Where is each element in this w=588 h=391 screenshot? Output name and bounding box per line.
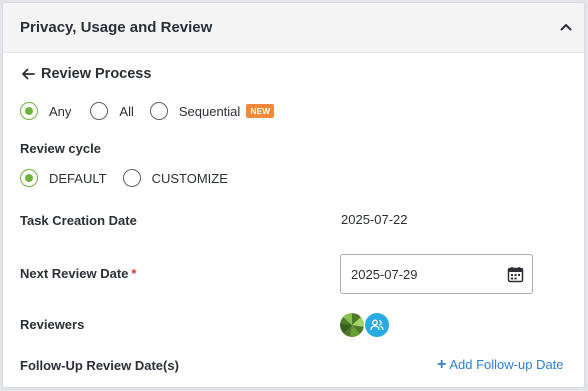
add-follow-up-date-button[interactable]: + Add Follow-up Date xyxy=(437,356,564,373)
chevron-up-icon[interactable] xyxy=(558,19,574,35)
task-creation-date-value: 2025-07-22 xyxy=(341,212,408,227)
radio-sequential-label: Sequential xyxy=(178,103,241,119)
calendar-icon[interactable] xyxy=(507,266,524,283)
radio-default-label: DEFAULT xyxy=(49,170,107,186)
panel-header[interactable]: Privacy, Usage and Review xyxy=(3,3,584,53)
radio-all[interactable]: All xyxy=(90,102,134,120)
review-process-header: Review Process xyxy=(20,66,151,82)
arrow-left-icon[interactable] xyxy=(20,66,36,82)
privacy-usage-review-panel: Privacy, Usage and Review Review Process… xyxy=(2,2,585,388)
radio-any-circle[interactable] xyxy=(20,102,38,120)
radio-customize-circle[interactable] xyxy=(122,169,141,187)
panel-title: Privacy, Usage and Review xyxy=(20,19,213,36)
reviewer-avatar[interactable] xyxy=(340,313,364,337)
review-process-title: Review Process xyxy=(41,66,152,82)
plus-icon: + xyxy=(437,356,447,373)
review-cycle-label: Review cycle xyxy=(20,141,101,156)
next-review-date-label-text: Next Review Date xyxy=(20,266,129,281)
radio-any-label: Any xyxy=(49,103,72,119)
radio-any[interactable]: Any xyxy=(20,102,71,120)
add-follow-up-date-label: Add Follow-up Date xyxy=(449,357,564,372)
radio-sequential[interactable]: Sequential NEW xyxy=(149,102,275,120)
group-user-icon xyxy=(370,319,384,331)
radio-sequential-circle[interactable] xyxy=(149,102,168,120)
next-review-date-value: 2025-07-29 xyxy=(351,267,418,282)
reviewers-label: Reviewers xyxy=(20,317,85,332)
follow-up-review-dates-label: Follow-Up Review Date(s) xyxy=(20,358,179,373)
new-badge: NEW xyxy=(246,104,275,118)
radio-all-label: All xyxy=(119,103,134,119)
radio-customize-label: CUSTOMIZE xyxy=(151,170,228,186)
radio-all-circle[interactable] xyxy=(90,102,109,120)
next-review-date-label: Next Review Date * xyxy=(20,266,136,281)
reviewer-avatar-image xyxy=(340,313,364,337)
reviewers-avatars xyxy=(340,313,389,337)
task-creation-date-label: Task Creation Date xyxy=(20,213,137,228)
radio-default-circle[interactable] xyxy=(20,169,38,187)
review-cycle-radio-group: DEFAULT CUSTOMIZE xyxy=(20,169,228,187)
radio-customize[interactable]: CUSTOMIZE xyxy=(122,169,228,187)
next-review-date-input[interactable]: 2025-07-29 xyxy=(340,254,533,294)
review-process-radio-group: Any All Sequential NEW xyxy=(20,102,275,120)
radio-default[interactable]: DEFAULT xyxy=(20,169,107,187)
reviewer-group-avatar[interactable] xyxy=(365,313,389,337)
required-mark: * xyxy=(131,266,137,281)
